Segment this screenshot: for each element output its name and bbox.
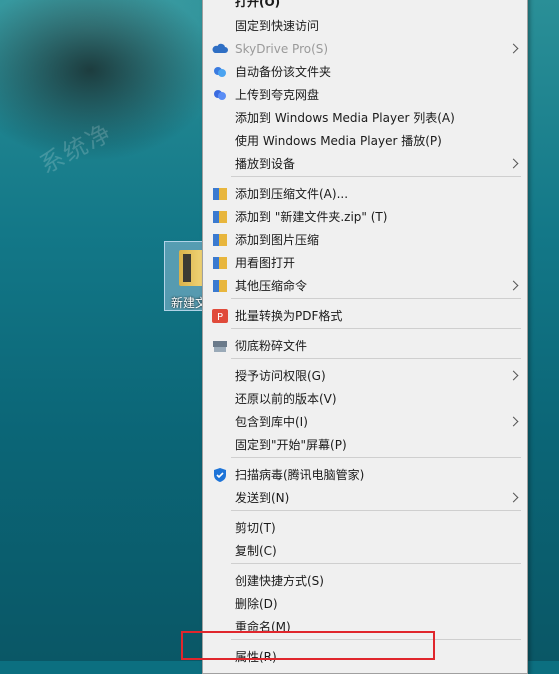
- menu-item-pin-quick-access[interactable]: 固定到快速访问: [203, 15, 527, 37]
- menu-separator: [231, 328, 521, 329]
- menu-item-convert-pdf[interactable]: P 批量转换为PDF格式: [203, 305, 527, 327]
- menu-item-label: 彻底粉碎文件: [235, 339, 308, 353]
- watermark-logo: 系统净: [35, 117, 118, 180]
- archive-icon: [213, 211, 227, 223]
- menu-item-cast-to-device[interactable]: 播放到设备: [203, 153, 527, 175]
- menu-item-label: 添加到压缩文件(A)...: [235, 187, 349, 201]
- svg-text:P: P: [217, 312, 223, 323]
- archive-icon: [213, 188, 227, 200]
- shredder-icon: [213, 341, 227, 352]
- menu-item-label: 播放到设备: [235, 157, 296, 171]
- menu-item-send-to[interactable]: 发送到(N): [203, 487, 527, 509]
- context-menu: 打开(O) 固定到快速访问 SkyDrive Pro(S) 自动备份该文件夹 上…: [202, 0, 528, 674]
- menu-item-label: 发送到(N): [235, 491, 290, 505]
- menu-separator: [231, 176, 521, 177]
- menu-item-restore-versions[interactable]: 还原以前的版本(V): [203, 388, 527, 410]
- menu-separator: [231, 510, 521, 511]
- menu-item-auto-backup[interactable]: 自动备份该文件夹: [203, 61, 527, 83]
- menu-separator: [231, 298, 521, 299]
- menu-item-label: 剪切(T): [235, 521, 276, 535]
- menu-item-other-compress[interactable]: 其他压缩命令: [203, 275, 527, 297]
- menu-item-label: 删除(D): [235, 597, 278, 611]
- menu-item-pin-start[interactable]: 固定到"开始"屏幕(P): [203, 434, 527, 456]
- menu-separator: [231, 563, 521, 564]
- baidu-cloud-icon: [214, 67, 226, 77]
- menu-item-label: 用看图打开: [235, 256, 296, 270]
- menu-item-add-to-zip[interactable]: 添加到 "新建文件夹.zip" (T): [203, 206, 527, 228]
- menu-item-image-compress[interactable]: 添加到图片压缩: [203, 229, 527, 251]
- menu-item-label: 添加到图片压缩: [235, 233, 320, 247]
- pdf-convert-icon: P: [212, 309, 228, 323]
- quark-cloud-icon: [214, 90, 226, 100]
- highlight-box: [181, 631, 435, 660]
- menu-item-label: 固定到快速访问: [235, 19, 320, 33]
- menu-item-label: 复制(C): [235, 544, 277, 558]
- menu-item-play-wmp[interactable]: 使用 Windows Media Player 播放(P): [203, 130, 527, 152]
- menu-item-label: 上传到夸克网盘: [235, 88, 320, 102]
- menu-item-label: 还原以前的版本(V): [235, 392, 337, 406]
- archive-icon: [213, 257, 227, 269]
- menu-item-add-wmp-list[interactable]: 添加到 Windows Media Player 列表(A): [203, 107, 527, 129]
- chevron-right-icon: [508, 370, 519, 381]
- menu-item-label: 固定到"开始"屏幕(P): [235, 438, 347, 452]
- menu-item-label: 其他压缩命令: [235, 279, 308, 293]
- shield-icon: [214, 468, 226, 482]
- menu-item-label: 创建快捷方式(S): [235, 574, 324, 588]
- menu-item-label: 授予访问权限(G): [235, 369, 326, 383]
- menu-separator: [231, 358, 521, 359]
- menu-separator: [231, 457, 521, 458]
- menu-item-open-viewer[interactable]: 用看图打开: [203, 252, 527, 274]
- chevron-right-icon: [508, 416, 519, 427]
- menu-item-create-shortcut[interactable]: 创建快捷方式(S): [203, 570, 527, 592]
- menu-item-label: SkyDrive Pro(S): [235, 42, 329, 56]
- archive-icon: [213, 280, 227, 292]
- chevron-right-icon: [508, 158, 519, 169]
- menu-item-upload-quark[interactable]: 上传到夸克网盘: [203, 84, 527, 106]
- skydrive-cloud-icon: [212, 43, 228, 53]
- menu-item-label: 扫描病毒(腾讯电脑管家): [235, 468, 365, 482]
- chevron-right-icon: [508, 43, 519, 54]
- menu-item-shred-file[interactable]: 彻底粉碎文件: [203, 335, 527, 357]
- menu-item-label: 添加到 Windows Media Player 列表(A): [235, 111, 455, 125]
- menu-item-label: 添加到 "新建文件夹.zip" (T): [235, 210, 388, 224]
- menu-item-add-to-archive[interactable]: 添加到压缩文件(A)...: [203, 183, 527, 205]
- menu-item-open[interactable]: 打开(O): [203, 0, 527, 13]
- menu-item-scan-virus[interactable]: 扫描病毒(腾讯电脑管家): [203, 464, 527, 486]
- menu-item-skydrive-pro[interactable]: SkyDrive Pro(S): [203, 38, 527, 60]
- menu-item-delete[interactable]: 删除(D): [203, 593, 527, 615]
- menu-item-label: 使用 Windows Media Player 播放(P): [235, 134, 442, 148]
- menu-item-grant-access[interactable]: 授予访问权限(G): [203, 365, 527, 387]
- menu-item-label: 包含到库中(I): [235, 415, 308, 429]
- menu-item-label: 自动备份该文件夹: [235, 65, 332, 79]
- menu-item-copy[interactable]: 复制(C): [203, 540, 527, 562]
- menu-item-label: 打开(O): [235, 0, 281, 9]
- menu-item-label: 批量转换为PDF格式: [235, 309, 343, 323]
- menu-item-include-library[interactable]: 包含到库中(I): [203, 411, 527, 433]
- menu-item-cut[interactable]: 剪切(T): [203, 517, 527, 539]
- chevron-right-icon: [508, 280, 519, 291]
- chevron-right-icon: [508, 492, 519, 503]
- archive-icon: [213, 234, 227, 246]
